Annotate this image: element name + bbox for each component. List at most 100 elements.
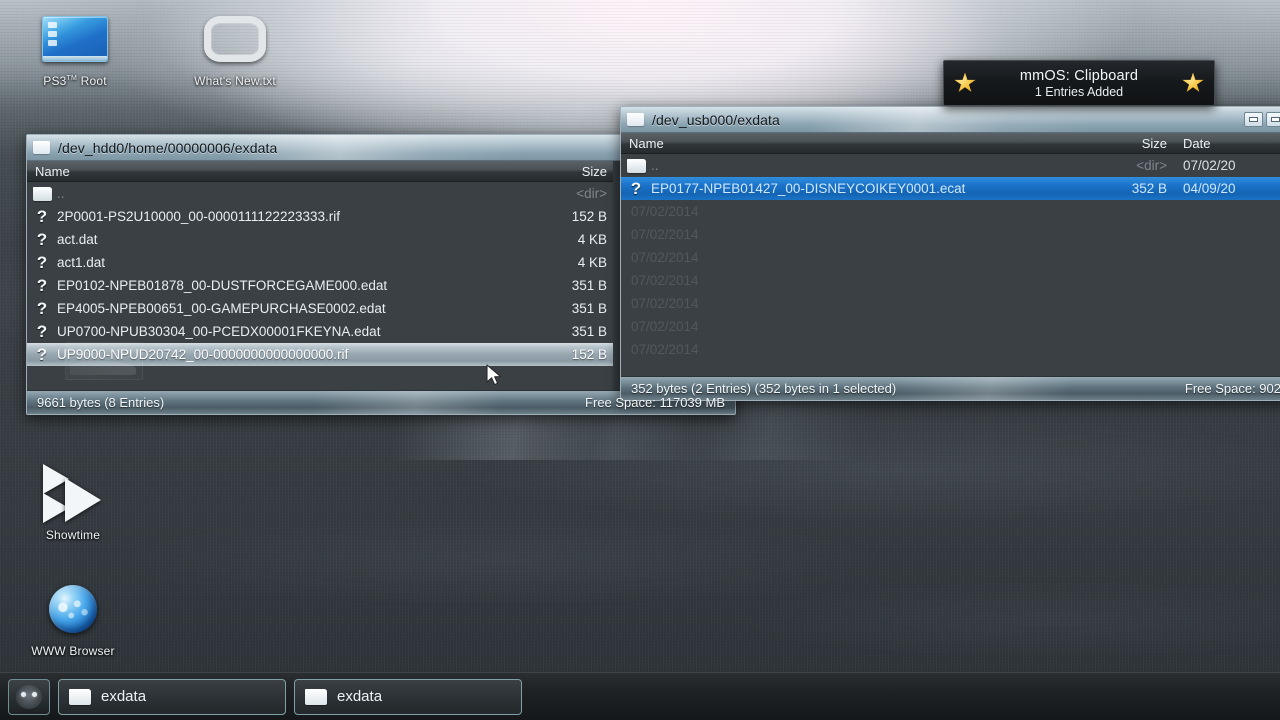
minimize-button[interactable] <box>1244 112 1263 127</box>
file-list[interactable]: .. <dir> 07/02/20 ? EP0177-NPEB01427_00-… <box>621 154 1280 376</box>
notification-toast[interactable]: mmOS: Clipboard 1 Entries Added <box>943 60 1215 106</box>
desktop-icon-ps3-root[interactable]: PS3TM Root <box>15 8 135 88</box>
file-name: .. <box>57 186 65 201</box>
column-header-row: Name Size Date <box>621 133 1280 154</box>
window-title-bar[interactable]: /dev_usb000/exdata <box>621 107 1280 133</box>
column-header-row: Name Size <box>27 161 613 182</box>
file-size: 351 B <box>571 324 607 339</box>
desktop-icon-www-browser[interactable]: WWW Browser <box>13 578 133 658</box>
ghost-date: 07/02/2014 <box>631 296 699 311</box>
table-row[interactable]: .. <dir> 07/02/20 <box>621 154 1280 177</box>
file-size: 351 B <box>571 301 607 316</box>
folder-icon <box>305 688 327 705</box>
file-size: <dir> <box>1136 158 1167 173</box>
table-row-selected[interactable]: ? UP9000-NPUD20742_00-0000000000000000.r… <box>27 343 613 366</box>
column-header-name[interactable]: Name <box>621 136 1101 151</box>
unknown-file-icon: ? <box>36 230 48 249</box>
triangles-play-icon <box>13 462 133 524</box>
ps3-root-window-icon <box>15 8 135 70</box>
ghost-date: 07/02/2014 <box>631 319 699 334</box>
maximize-button[interactable] <box>1266 112 1280 127</box>
file-date: 04/09/20 <box>1183 181 1236 196</box>
taskbar-button-label: exdata <box>337 688 383 705</box>
desktop-icon-label: WWW Browser <box>31 644 115 658</box>
ghost-date: 07/02/2014 <box>631 227 699 242</box>
status-free-space: Free Space: 902 <box>1184 381 1280 396</box>
file-name: EP4005-NPEB00651_00-GAMEPURCHASE0002.eda… <box>57 301 386 316</box>
taskbar-button-label: exdata <box>101 688 147 705</box>
file-name: 2P0001-PS2U10000_00-0000111122223333.rif <box>57 209 340 224</box>
file-size: 152 B <box>571 347 607 362</box>
taskbar-button-exdata-2[interactable]: exdata <box>294 678 522 715</box>
ghost-date: 07/02/2014 <box>631 250 699 265</box>
desktop-screen: PS3TM Root What's New.txt Showtime WWW B… <box>0 0 1280 720</box>
file-list[interactable]: .. <dir> ? 2P0001-PS2U10000_00-000011112… <box>27 182 613 390</box>
underlying-window-dates: 07/02/2014 07/02/2014 07/02/2014 07/02/2… <box>621 200 739 361</box>
table-row[interactable]: ? EP4005-NPEB00651_00-GAMEPURCHASE0002.e… <box>27 297 613 320</box>
table-row[interactable]: ? act1.dat 4 KB <box>27 251 613 274</box>
desktop-icon-whats-new[interactable]: What's New.txt <box>175 8 295 88</box>
desktop-icon-label: What's New.txt <box>194 74 276 88</box>
unknown-file-icon: ? <box>36 253 48 272</box>
column-header-size[interactable]: Size <box>541 164 613 179</box>
unknown-file-icon: ? <box>36 207 48 226</box>
file-size: 4 KB <box>577 255 607 270</box>
column-header-date[interactable]: Date <box>1173 136 1280 151</box>
file-name: .. <box>651 158 659 173</box>
column-header-size[interactable]: Size <box>1101 136 1173 151</box>
star-icon <box>954 72 976 94</box>
desktop-icon-label: PS3TM Root <box>43 74 107 88</box>
unknown-file-icon: ? <box>36 299 48 318</box>
start-face-icon <box>16 684 42 709</box>
status-entries: 352 bytes (2 Entries) (352 bytes in 1 se… <box>631 381 897 396</box>
table-row[interactable]: .. <dir> <box>27 182 613 205</box>
ghost-date: 07/02/2014 <box>631 273 699 288</box>
folder-icon <box>33 141 50 154</box>
start-button[interactable] <box>8 678 50 715</box>
rounded-rectangle-icon <box>175 8 295 70</box>
file-name: EP0102-NPEB01878_00-DUSTFORCEGAME000.eda… <box>57 278 388 293</box>
notification-message: 1 Entries Added <box>1034 84 1124 99</box>
desktop-icon-label: Showtime <box>45 528 101 542</box>
folder-icon <box>27 186 57 201</box>
file-size: 152 B <box>571 209 607 224</box>
unknown-file-icon: ? <box>36 322 48 341</box>
file-size: 4 KB <box>577 232 607 247</box>
file-name: act1.dat <box>57 255 106 270</box>
file-manager-window-usb[interactable]: /dev_usb000/exdata Name Size Date .. <di… <box>620 106 1280 401</box>
table-row-selected[interactable]: ? EP0177-NPEB01427_00-DISNEYCOIKEY0001.e… <box>621 177 1280 200</box>
status-free-space: Free Space: 117039 MB <box>585 395 725 410</box>
mouse-cursor <box>486 364 502 386</box>
ghost-date: 07/02/2014 <box>631 204 699 219</box>
globe-icon <box>13 578 133 640</box>
file-name: UP9000-NPUD20742_00-0000000000000000.rif <box>57 347 349 362</box>
unknown-file-icon: ? <box>630 179 642 198</box>
file-name: act.dat <box>57 232 98 247</box>
table-row[interactable]: ? act.dat 4 KB <box>27 228 613 251</box>
star-icon <box>1182 72 1204 94</box>
folder-icon <box>69 688 91 705</box>
folder-icon <box>621 158 651 173</box>
unknown-file-icon: ? <box>36 276 48 295</box>
ghost-date: 07/02/2014 <box>631 342 699 357</box>
status-entries: 9661 bytes (8 Entries) <box>37 395 165 410</box>
table-row[interactable]: ? EP0102-NPEB01878_00-DUSTFORCEGAME000.e… <box>27 274 613 297</box>
taskbar-button-exdata-1[interactable]: exdata <box>58 678 286 715</box>
window-path: /dev_hdd0/home/00000006/exdata <box>58 139 278 156</box>
column-header-name[interactable]: Name <box>27 164 541 179</box>
table-row[interactable]: ? UP0700-NPUB30304_00-PCEDX00001FKEYNA.e… <box>27 320 613 343</box>
file-name: EP0177-NPEB01427_00-DISNEYCOIKEY0001.eca… <box>651 181 966 196</box>
file-size: <dir> <box>576 186 607 201</box>
notification-title: mmOS: Clipboard <box>1019 67 1139 84</box>
file-date: 07/02/20 <box>1183 158 1236 173</box>
file-size: 352 B <box>1131 181 1167 196</box>
notification-text: mmOS: Clipboard 1 Entries Added <box>976 68 1182 99</box>
file-size: 351 B <box>571 278 607 293</box>
unknown-file-icon: ? <box>36 345 48 364</box>
table-row[interactable]: ? 2P0001-PS2U10000_00-0000111122223333.r… <box>27 205 613 228</box>
desktop-icon-showtime[interactable]: Showtime <box>13 462 133 542</box>
taskbar: exdata exdata <box>0 672 1280 720</box>
folder-icon <box>627 113 644 126</box>
file-name: UP0700-NPUB30304_00-PCEDX00001FKEYNA.eda… <box>57 324 381 339</box>
window-path: /dev_usb000/exdata <box>652 111 780 128</box>
